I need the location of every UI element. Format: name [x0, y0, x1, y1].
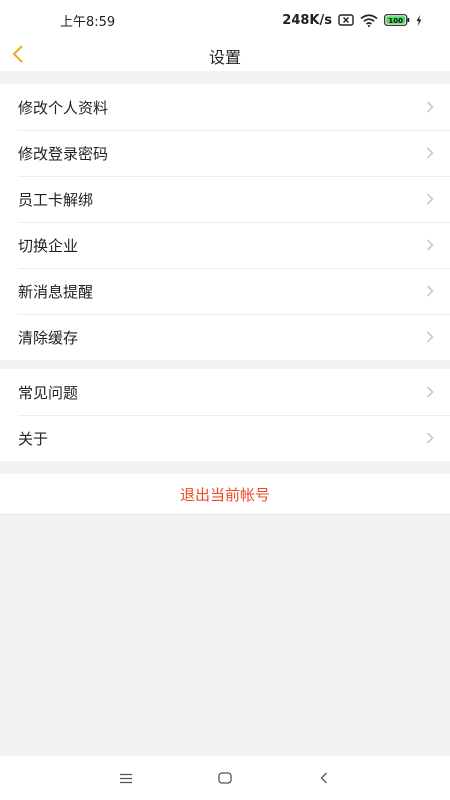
settings-section-help: 常见问题 关于	[0, 369, 450, 461]
logout-button[interactable]: 退出当前帐号	[0, 474, 450, 515]
settings-item-label: 修改个人资料	[18, 98, 109, 117]
settings-item-label: 常见问题	[18, 383, 79, 402]
settings-item-switch-company[interactable]: 切换企业	[0, 222, 450, 268]
settings-item-change-password[interactable]: 修改登录密码	[0, 130, 450, 176]
status-indicators: 248K/s 100	[282, 13, 422, 28]
charging-icon	[416, 14, 422, 26]
chevron-right-icon	[426, 239, 434, 252]
settings-item-label: 新消息提醒	[18, 282, 94, 301]
settings-item-label: 员工卡解绑	[18, 190, 94, 209]
settings-section-account: 修改个人资料 修改登录密码 员工卡解绑 切换企业 新消息提醒 清除缓存	[0, 84, 450, 360]
settings-item-label: 关于	[18, 429, 49, 448]
system-home-button[interactable]	[205, 756, 245, 800]
system-nav-bar	[0, 756, 450, 800]
settings-item-clear-cache[interactable]: 清除缓存	[0, 314, 450, 360]
chevron-right-icon	[426, 193, 434, 206]
settings-item-edit-profile[interactable]: 修改个人资料	[0, 84, 450, 130]
battery-level: 100	[388, 17, 403, 25]
network-speed: 248K/s	[282, 12, 332, 28]
status-bar: 上午8:59 248K/s 100	[0, 0, 450, 40]
system-back-button[interactable]	[304, 756, 344, 800]
chevron-right-icon	[426, 101, 434, 114]
settings-item-faq[interactable]: 常见问题	[0, 369, 450, 415]
back-button[interactable]	[12, 40, 52, 71]
menu-icon	[119, 769, 133, 788]
battery-icon: 100	[384, 14, 410, 26]
home-icon	[218, 769, 232, 788]
header: 设置	[0, 40, 450, 71]
back-icon	[320, 769, 328, 788]
page-title: 设置	[208, 47, 241, 67]
settings-item-label: 切换企业	[18, 236, 79, 255]
chevron-right-icon	[426, 432, 434, 445]
chevron-right-icon	[426, 386, 434, 399]
status-time: 上午8:59	[60, 14, 116, 30]
settings-item-label: 清除缓存	[18, 328, 79, 347]
settings-item-unbind-card[interactable]: 员工卡解绑	[0, 176, 450, 222]
logout-label: 退出当前帐号	[179, 485, 270, 504]
wifi-icon	[360, 13, 378, 27]
settings-item-label: 修改登录密码	[18, 144, 109, 163]
chevron-left-icon	[12, 44, 24, 68]
chevron-right-icon	[426, 331, 434, 344]
settings-item-notifications[interactable]: 新消息提醒	[0, 268, 450, 314]
sim-x-icon	[338, 14, 354, 26]
settings-item-about[interactable]: 关于	[0, 415, 450, 461]
system-menu-button[interactable]	[106, 756, 146, 800]
chevron-right-icon	[426, 147, 434, 160]
chevron-right-icon	[426, 285, 434, 298]
